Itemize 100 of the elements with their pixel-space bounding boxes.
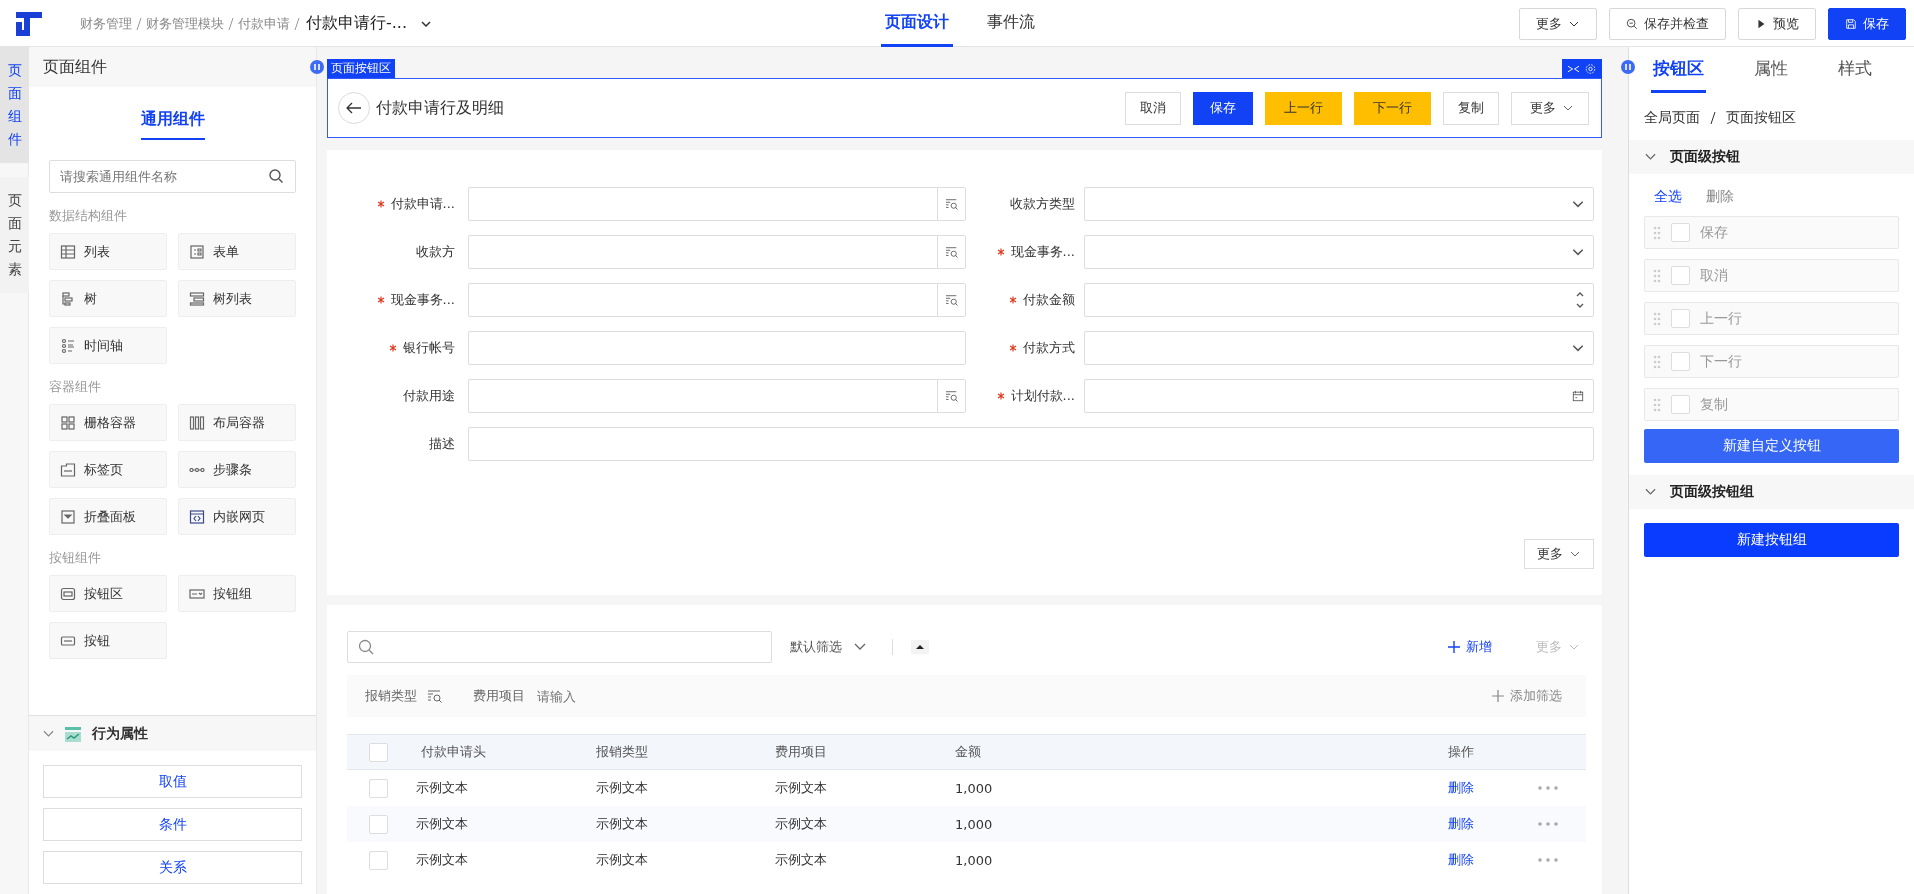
input-field[interactable]: [1084, 187, 1594, 221]
new-group-button[interactable]: 新建按钮组: [1644, 523, 1899, 557]
delete-link[interactable]: 删除: [1448, 851, 1474, 869]
input-field[interactable]: [468, 379, 966, 413]
checkbox[interactable]: [1671, 223, 1690, 242]
toolbar-button[interactable]: 保存并检查: [1609, 7, 1726, 40]
checkbox[interactable]: [369, 742, 388, 762]
breadcrumb-link[interactable]: 财务管理模块: [146, 14, 224, 33]
drag-handle-icon[interactable]: [1653, 268, 1661, 283]
action-button[interactable]: 复制: [1443, 91, 1499, 125]
panel-tab[interactable]: 属性: [1752, 47, 1790, 93]
panel-tab[interactable]: 样式: [1836, 47, 1874, 93]
checkbox[interactable]: [1671, 266, 1690, 285]
checkbox[interactable]: [1671, 395, 1690, 414]
checkbox[interactable]: [369, 778, 388, 798]
search-icon[interactable]: [358, 639, 374, 655]
checkbox[interactable]: [1671, 309, 1690, 328]
toolbar-button[interactable]: 保存: [1828, 7, 1906, 40]
collapse-icon[interactable]: [911, 640, 929, 654]
chevron-down-icon[interactable]: [421, 20, 432, 27]
more-button[interactable]: 更多: [1524, 539, 1594, 569]
action-button[interactable]: 下一行: [1354, 91, 1431, 125]
lookup-icon[interactable]: [944, 294, 959, 306]
toolbar-button[interactable]: 更多: [1519, 7, 1597, 40]
input-field[interactable]: [468, 283, 966, 317]
gear-icon[interactable]: [1584, 62, 1597, 75]
more-icon[interactable]: [1538, 786, 1558, 790]
drag-handle-icon[interactable]: [1653, 397, 1661, 412]
component-tab[interactable]: 通用组件: [140, 109, 205, 140]
area-toolbar[interactable]: [1562, 59, 1602, 78]
action-button[interactable]: 取消: [1125, 91, 1181, 125]
chevron-down-icon[interactable]: [1571, 246, 1585, 258]
component-item[interactable]: 表单: [178, 233, 296, 270]
panel-tab[interactable]: 按钮区: [1651, 47, 1706, 93]
more-icon[interactable]: [1538, 858, 1558, 862]
component-item[interactable]: 栅格容器: [49, 404, 167, 441]
back-button[interactable]: [338, 92, 370, 124]
input-field[interactable]: [468, 427, 1594, 461]
filter-dropdown[interactable]: 默认筛选: [784, 637, 872, 657]
lookup-icon[interactable]: [944, 198, 959, 210]
search-field[interactable]: 请搜索通用组件名称: [49, 160, 296, 193]
behavior-button[interactable]: 条件: [43, 808, 302, 841]
component-item[interactable]: 布局容器: [178, 404, 296, 441]
side-tab[interactable]: 页面元素: [0, 177, 29, 293]
behavior-button[interactable]: 关系: [43, 851, 302, 884]
checkbox[interactable]: [1671, 352, 1690, 371]
breadcrumb-link[interactable]: 财务管理: [80, 14, 132, 33]
component-item[interactable]: 树列表: [178, 280, 296, 317]
input-field[interactable]: [468, 331, 966, 365]
table-cell: 示例文本: [596, 779, 648, 797]
collapse-handle-icon[interactable]: [1621, 60, 1635, 74]
side-tab[interactable]: 页面组件: [0, 47, 29, 163]
add-button[interactable]: 新增: [1442, 637, 1498, 657]
input-field[interactable]: [468, 235, 966, 269]
component-item[interactable]: 按钮: [49, 622, 167, 659]
checkbox[interactable]: [369, 814, 388, 834]
component-item[interactable]: 标签页: [49, 451, 167, 488]
component-item[interactable]: 列表: [49, 233, 167, 270]
delete-link[interactable]: 删除: [1448, 815, 1474, 833]
input-field[interactable]: [468, 187, 966, 221]
filter-input[interactable]: 请输入: [535, 687, 655, 705]
toolbar-button[interactable]: 预览: [1738, 7, 1816, 40]
delete-link[interactable]: 删除: [1448, 779, 1474, 797]
more-icon[interactable]: [1538, 822, 1558, 826]
drag-handle-icon[interactable]: [1653, 311, 1661, 326]
drag-handle-icon[interactable]: [1653, 225, 1661, 240]
delete-link[interactable]: 删除: [1706, 188, 1734, 206]
collapse-handle-icon[interactable]: [310, 60, 324, 74]
add-filter-button[interactable]: 添加筛选: [1486, 686, 1568, 706]
component-item[interactable]: 时间轴: [49, 327, 167, 364]
component-item[interactable]: 折叠面板: [49, 498, 167, 535]
component-item[interactable]: 步骤条: [178, 451, 296, 488]
component-item[interactable]: 树: [49, 280, 167, 317]
component-item[interactable]: 内嵌网页: [178, 498, 296, 535]
select-all-link[interactable]: 全选: [1654, 188, 1682, 206]
new-custom-button[interactable]: 新建自定义按钮: [1644, 429, 1899, 463]
action-button[interactable]: 保存: [1193, 91, 1253, 125]
view-tab[interactable]: 事件流: [983, 0, 1039, 47]
breadcrumb-link[interactable]: 付款申请: [238, 14, 290, 33]
input-field[interactable]: [1084, 331, 1594, 365]
component-item[interactable]: 按钮组: [178, 575, 296, 612]
search-field[interactable]: [347, 631, 772, 663]
breadcrumb-link[interactable]: 全局页面: [1644, 109, 1700, 127]
drag-handle-icon[interactable]: [1653, 354, 1661, 369]
behavior-button[interactable]: 取值: [43, 765, 302, 798]
component-item[interactable]: 按钮区: [49, 575, 167, 612]
lookup-icon[interactable]: [427, 689, 443, 703]
lookup-icon[interactable]: [944, 246, 959, 258]
filter-label: 报销类型: [365, 687, 417, 705]
input-field[interactable]: [1084, 283, 1594, 317]
lookup-icon[interactable]: [944, 390, 959, 402]
action-button[interactable]: 更多: [1511, 91, 1589, 125]
chevron-down-icon[interactable]: [1571, 342, 1585, 354]
checkbox[interactable]: [369, 850, 388, 870]
input-field[interactable]: [1084, 235, 1594, 269]
action-button[interactable]: 上一行: [1265, 91, 1342, 125]
search-icon[interactable]: [268, 168, 284, 184]
calendar-icon[interactable]: [1571, 390, 1585, 402]
chevron-down-icon[interactable]: [1571, 198, 1585, 210]
input-field[interactable]: [1084, 379, 1594, 413]
